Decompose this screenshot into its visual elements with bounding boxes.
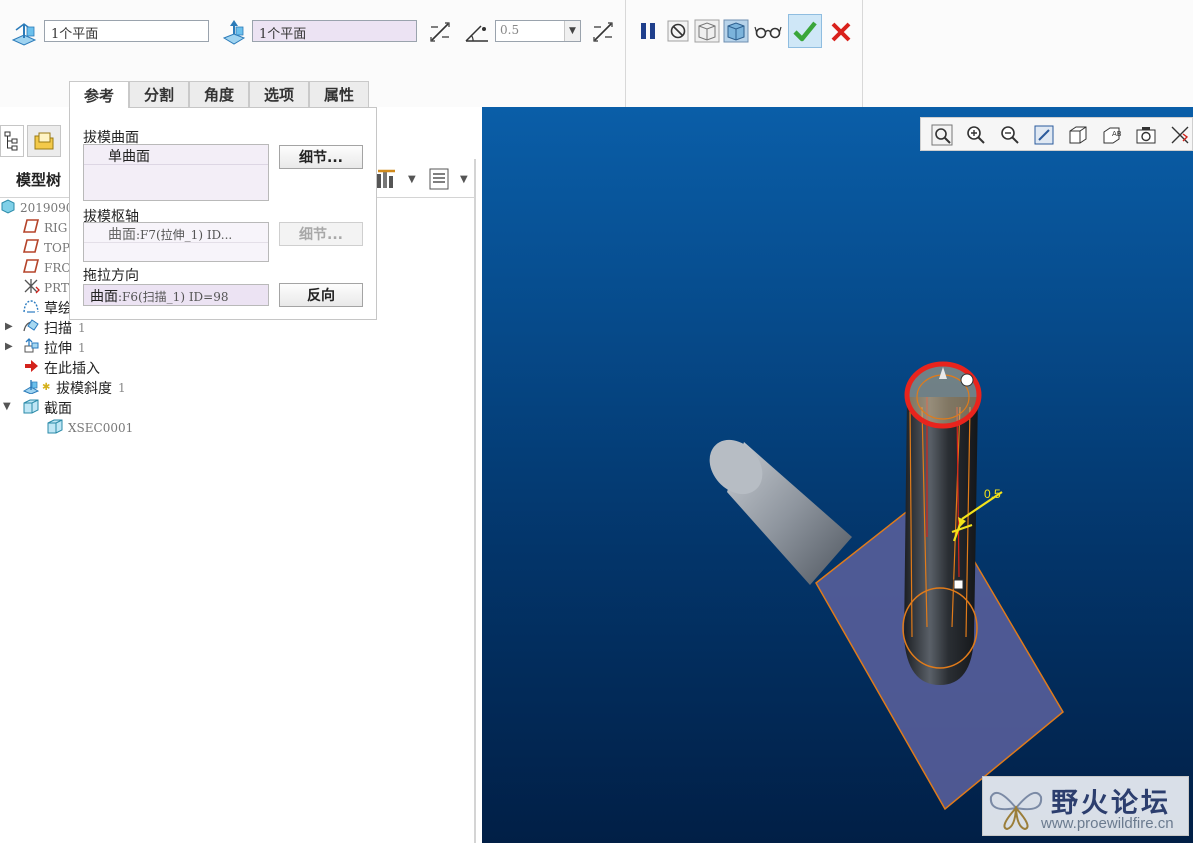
- insert-here-arrow-icon: [22, 358, 40, 378]
- svg-text:AB: AB: [1112, 130, 1122, 138]
- part-icon: [0, 198, 16, 218]
- flip-pull-direction-icon[interactable]: [428, 20, 452, 44]
- no-preview-icon[interactable]: [667, 20, 689, 42]
- tab-angles[interactable]: 角度: [189, 81, 249, 107]
- tree-item-part[interactable]: 2019090: [0, 198, 73, 218]
- tab-options[interactable]: 选项: [249, 81, 309, 107]
- pause-icon[interactable]: [637, 20, 659, 42]
- extrude-icon: [22, 338, 40, 358]
- graphics-viewport[interactable]: 0.5 AB 野火论坛 www.proewildfire.cn: [482, 107, 1193, 843]
- verify-mode-icon[interactable]: [723, 19, 749, 43]
- butterfly-logo-icon: [987, 783, 1045, 837]
- datum-display-icon[interactable]: [1169, 124, 1191, 146]
- tree-settings-icon[interactable]: [374, 167, 400, 191]
- refit-icon[interactable]: [931, 124, 953, 146]
- tree-item-cross-section[interactable]: 截面: [22, 398, 72, 418]
- model-graphics[interactable]: 0.5: [482, 107, 1193, 843]
- tree-item-datum-right[interactable]: RIG: [22, 218, 67, 238]
- xsec-icon: [46, 418, 64, 438]
- pull-direction-icon[interactable]: [220, 18, 248, 46]
- saved-views-icon[interactable]: AB: [1101, 124, 1123, 146]
- list-item[interactable]: 单曲面: [84, 146, 268, 165]
- apply-checkmark-button[interactable]: [788, 14, 822, 48]
- cross-section-icon: [22, 398, 40, 418]
- cancel-x-button[interactable]: [828, 19, 854, 45]
- sweep-cylinder[interactable]: [902, 361, 982, 685]
- tree-item-datum-front[interactable]: FRO: [22, 258, 71, 278]
- details-button[interactable]: 细节...: [279, 145, 363, 169]
- datum-plane-icon: [22, 218, 40, 238]
- folder-browser-tab-icon[interactable]: [27, 125, 61, 157]
- coordinate-system-icon: [22, 278, 40, 298]
- pull-direction-field[interactable]: 曲面:F6(扫描_1) ID=98: [83, 284, 269, 306]
- extrude-cylinder[interactable]: [699, 429, 852, 585]
- chevron-down-icon[interactable]: ▼: [564, 21, 580, 41]
- preview-geometry-icon[interactable]: [694, 19, 720, 43]
- pull-direction-collector[interactable]: 1个平面: [252, 20, 417, 42]
- zoom-out-icon[interactable]: [999, 124, 1021, 146]
- dashboard-divider: [862, 0, 863, 107]
- list-item[interactable]: 曲面:F6(扫描_1) ID=98: [84, 286, 268, 305]
- tree-item-sketch[interactable]: 草绘: [22, 298, 72, 318]
- show-list-icon[interactable]: [426, 167, 452, 191]
- tree-item-extrude[interactable]: 拉伸 1: [22, 338, 86, 358]
- tree-expander-icon[interactable]: ▼: [3, 401, 11, 412]
- view-toolbar: AB: [920, 117, 1193, 151]
- list-item[interactable]: 曲面:F7(拉伸_1) ID...: [84, 224, 268, 243]
- dashboard-divider: [625, 0, 626, 107]
- drag-handle-round[interactable]: [960, 373, 974, 387]
- datum-plane-icon: [22, 238, 40, 258]
- tree-item-insert-here[interactable]: 在此插入: [22, 358, 100, 378]
- drag-handle-square[interactable]: [953, 579, 964, 590]
- model-tree-tab-icon[interactable]: [0, 125, 24, 157]
- tab-properties[interactable]: 属性: [309, 81, 369, 107]
- forum-watermark: 野火论坛 www.proewildfire.cn: [982, 776, 1189, 836]
- draft-dashboard: 1个平面 1个平面 0.5 ▼ 参考 分割 角度 选项 属性: [0, 0, 1193, 108]
- panel-splitter[interactable]: [474, 159, 476, 843]
- tree-item-sweep[interactable]: 扫描 1: [22, 318, 86, 338]
- tree-item-datum-top[interactable]: TOP: [22, 238, 70, 258]
- draft-hinge-collector[interactable]: 1个平面: [44, 20, 209, 42]
- datum-plane-icon: [22, 258, 40, 278]
- chevron-down-icon[interactable]: ▼: [460, 174, 468, 185]
- flip-angle-icon[interactable]: [591, 20, 615, 44]
- angle-annotation[interactable]: 0.5: [984, 487, 1001, 501]
- chevron-down-icon[interactable]: ▼: [408, 174, 416, 185]
- sweep-icon: [22, 318, 40, 338]
- tree-item-coordinate-system[interactable]: PRT: [22, 278, 69, 298]
- tree-item-draft[interactable]: ✱ 拔模斜度 1: [22, 378, 126, 398]
- tree-expander-icon[interactable]: ▶: [5, 341, 13, 352]
- camera-icon[interactable]: [1135, 124, 1157, 146]
- tab-split[interactable]: 分割: [129, 81, 189, 107]
- draft-surface-icon[interactable]: [10, 20, 38, 46]
- details-button-disabled: 细节...: [279, 222, 363, 246]
- draft-angle-combo[interactable]: 0.5 ▼: [495, 20, 581, 42]
- draft-angle-icon: [463, 20, 491, 44]
- svg-text:✱: ✱: [42, 382, 50, 393]
- zoom-in-icon[interactable]: [965, 124, 987, 146]
- tree-expander-icon[interactable]: ▶: [5, 321, 13, 332]
- draft-hinges-collector[interactable]: 曲面:F7(拉伸_1) ID...: [83, 222, 269, 262]
- sketch-icon: [22, 298, 40, 318]
- draft-surfaces-collector[interactable]: 单曲面: [83, 144, 269, 201]
- flip-button[interactable]: 反向: [279, 283, 363, 307]
- glasses-icon[interactable]: [754, 21, 782, 41]
- tree-item-xsec[interactable]: XSEC0001: [46, 418, 133, 438]
- watermark-url: www.proewildfire.cn: [1041, 815, 1174, 832]
- display-style-icon[interactable]: [1067, 124, 1089, 146]
- draft-angle-value[interactable]: 0.5: [500, 23, 519, 37]
- references-panel: 拔模曲面 单曲面 细节... 拔模枢轴 曲面:F7(拉伸_1) ID... 细节…: [69, 107, 377, 320]
- tab-references[interactable]: 参考: [69, 81, 129, 108]
- draft-icon: ✱: [22, 378, 52, 398]
- model-tree-header: 模型树: [16, 171, 62, 189]
- repaint-icon[interactable]: [1033, 124, 1055, 146]
- pull-direction-label: 拖拉方向: [83, 268, 139, 284]
